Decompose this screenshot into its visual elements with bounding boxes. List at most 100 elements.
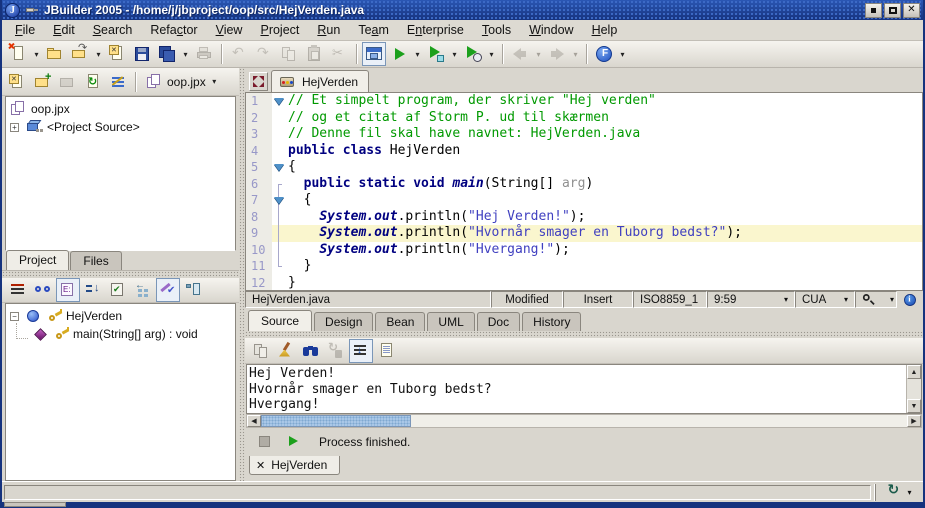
copy-button[interactable]: [249, 339, 273, 363]
reopen-file-button[interactable]: [68, 42, 92, 66]
code-line-1[interactable]: 1// Et simpelt program, der skriver "Hej…: [246, 93, 922, 110]
status-time-dropdown[interactable]: 9:59▾: [707, 291, 795, 308]
save-log-button[interactable]: [374, 339, 398, 363]
expand-plus-icon[interactable]: +: [10, 123, 19, 132]
scrollbar-thumb[interactable]: [261, 415, 411, 427]
code-editor[interactable]: 1// Et simpelt program, der skriver "Hej…: [245, 92, 923, 291]
fold-arrow-icon[interactable]: [274, 164, 284, 171]
editor-tab-hejverden[interactable]: HejVerden: [271, 70, 369, 92]
back-dropdown[interactable]: ▾: [533, 45, 544, 63]
menu-view[interactable]: View: [207, 21, 252, 39]
hierarchy-button[interactable]: [131, 278, 155, 302]
run-dropdown[interactable]: ▾: [412, 45, 423, 63]
sort-button[interactable]: [81, 278, 105, 302]
close-button[interactable]: ✕: [903, 3, 920, 18]
error-check-button[interactable]: [106, 278, 130, 302]
code-line-12[interactable]: 12}: [246, 275, 922, 292]
tab-project[interactable]: Project: [6, 250, 69, 270]
rerun-button[interactable]: [283, 432, 303, 452]
code-line-3[interactable]: 3// Denne fil skal have navnet: HejVerde…: [246, 126, 922, 143]
run-button[interactable]: [387, 42, 411, 66]
collapse-minus-icon[interactable]: −: [10, 312, 19, 321]
output-vertical-scrollbar[interactable]: ▲ ▼: [906, 365, 921, 413]
restore-panes-button[interactable]: [249, 72, 268, 91]
save-all-dropdown[interactable]: ▾: [180, 45, 191, 63]
output-pane[interactable]: Hej Verden!Hvornår smager en Tuborg beds…: [246, 364, 922, 414]
output-horizontal-scrollbar[interactable]: ◀ ▶: [246, 414, 922, 428]
menu-enterprise[interactable]: Enterprise: [398, 21, 473, 39]
menu-search[interactable]: Search: [84, 21, 142, 39]
reopen-file-dropdown[interactable]: ▾: [93, 45, 104, 63]
code-line-11[interactable]: 11 }: [246, 258, 922, 275]
menu-project[interactable]: Project: [251, 21, 308, 39]
new-file-button[interactable]: [6, 42, 30, 66]
code-line-7[interactable]: 7 {: [246, 192, 922, 209]
project-properties-button[interactable]: [106, 70, 130, 94]
tab-files[interactable]: Files: [70, 251, 121, 270]
menu-refactor[interactable]: Refactor: [141, 21, 206, 39]
message-tab-hejverden[interactable]: ✕ HejVerden: [249, 456, 340, 475]
properties-button[interactable]: [56, 278, 80, 302]
wrap-lines-button[interactable]: [349, 339, 373, 363]
structure-row-method[interactable]: main(String[] arg) : void: [8, 325, 233, 343]
scroll-up-icon[interactable]: ▲: [907, 365, 921, 379]
code-line-4[interactable]: 4public class HejVerden: [246, 143, 922, 160]
close-file-button[interactable]: [105, 42, 129, 66]
view-tab-source[interactable]: Source: [248, 310, 312, 331]
clear-button[interactable]: [274, 339, 298, 363]
minimize-button[interactable]: [865, 3, 882, 18]
profile-dropdown[interactable]: ▾: [486, 45, 497, 63]
doc-check-button[interactable]: [156, 278, 180, 302]
maximize-button[interactable]: [884, 3, 901, 18]
menu-tools[interactable]: Tools: [473, 21, 520, 39]
code-line-5[interactable]: 5{: [246, 159, 922, 176]
view-tab-history[interactable]: History: [522, 312, 581, 331]
view-tab-bean[interactable]: Bean: [375, 312, 425, 331]
status-assist-button[interactable]: [897, 291, 923, 308]
menu-file[interactable]: File: [6, 21, 44, 39]
close-project-button[interactable]: [6, 70, 30, 94]
scroll-down-icon[interactable]: ▼: [907, 399, 921, 413]
code-line-8[interactable]: 8 System.out.println("Hej Verden!");: [246, 209, 922, 226]
project-combo-dropdown[interactable]: ▾: [209, 73, 220, 91]
save-all-button[interactable]: [155, 42, 179, 66]
help-browser-dropdown[interactable]: ▾: [617, 45, 628, 63]
filter-button[interactable]: [181, 278, 205, 302]
add-files-button[interactable]: [31, 70, 55, 94]
profile-button[interactable]: [461, 42, 485, 66]
fold-arrow-icon[interactable]: [274, 98, 284, 105]
menu-edit[interactable]: Edit: [44, 21, 84, 39]
code-line-6[interactable]: 6 public static void main(String[] arg): [246, 176, 922, 193]
refresh-button[interactable]: [81, 70, 105, 94]
visibility-button[interactable]: [31, 278, 55, 302]
project-tree-row-project[interactable]: oop.jpx: [8, 100, 233, 118]
code-line-9[interactable]: 9 System.out.println("Hvornår smager en …: [246, 225, 922, 242]
view-tab-uml[interactable]: UML: [427, 312, 474, 331]
close-tab-icon[interactable]: ✕: [256, 459, 265, 472]
status-insert-mode[interactable]: Insert: [563, 291, 633, 308]
forward-dropdown[interactable]: ▾: [570, 45, 581, 63]
toggle-curtain-button[interactable]: [362, 42, 386, 66]
menu-help[interactable]: Help: [583, 21, 627, 39]
menu-window[interactable]: Window: [520, 21, 582, 39]
code-line-10[interactable]: 10 System.out.println("Hvergang!");: [246, 242, 922, 259]
code-line-2[interactable]: 2// og et citat af Storm P. ud til skærm…: [246, 110, 922, 127]
project-tree-row-source[interactable]: + <Project Source>: [8, 118, 233, 136]
save-file-button[interactable]: [130, 42, 154, 66]
refresh-control[interactable]: ▾: [875, 484, 921, 501]
find-button[interactable]: [299, 339, 323, 363]
open-file-button[interactable]: [43, 42, 67, 66]
active-project-combo[interactable]: oop.jpx▾: [141, 72, 223, 92]
status-search-dropdown[interactable]: ▾: [855, 291, 897, 308]
debug-dropdown[interactable]: ▾: [449, 45, 460, 63]
status-keymap-dropdown[interactable]: CUA▾: [795, 291, 855, 308]
separators-button[interactable]: [6, 278, 30, 302]
new-file-dropdown[interactable]: ▾: [31, 45, 42, 63]
scroll-left-icon[interactable]: ◀: [247, 415, 261, 427]
horizontal-splitter[interactable]: [245, 331, 923, 338]
panel-splitter[interactable]: [2, 271, 239, 278]
structure-row-class[interactable]: − HejVerden: [8, 307, 233, 325]
menu-run[interactable]: Run: [308, 21, 349, 39]
scroll-right-icon[interactable]: ▶: [907, 415, 921, 427]
debug-button[interactable]: [424, 42, 448, 66]
